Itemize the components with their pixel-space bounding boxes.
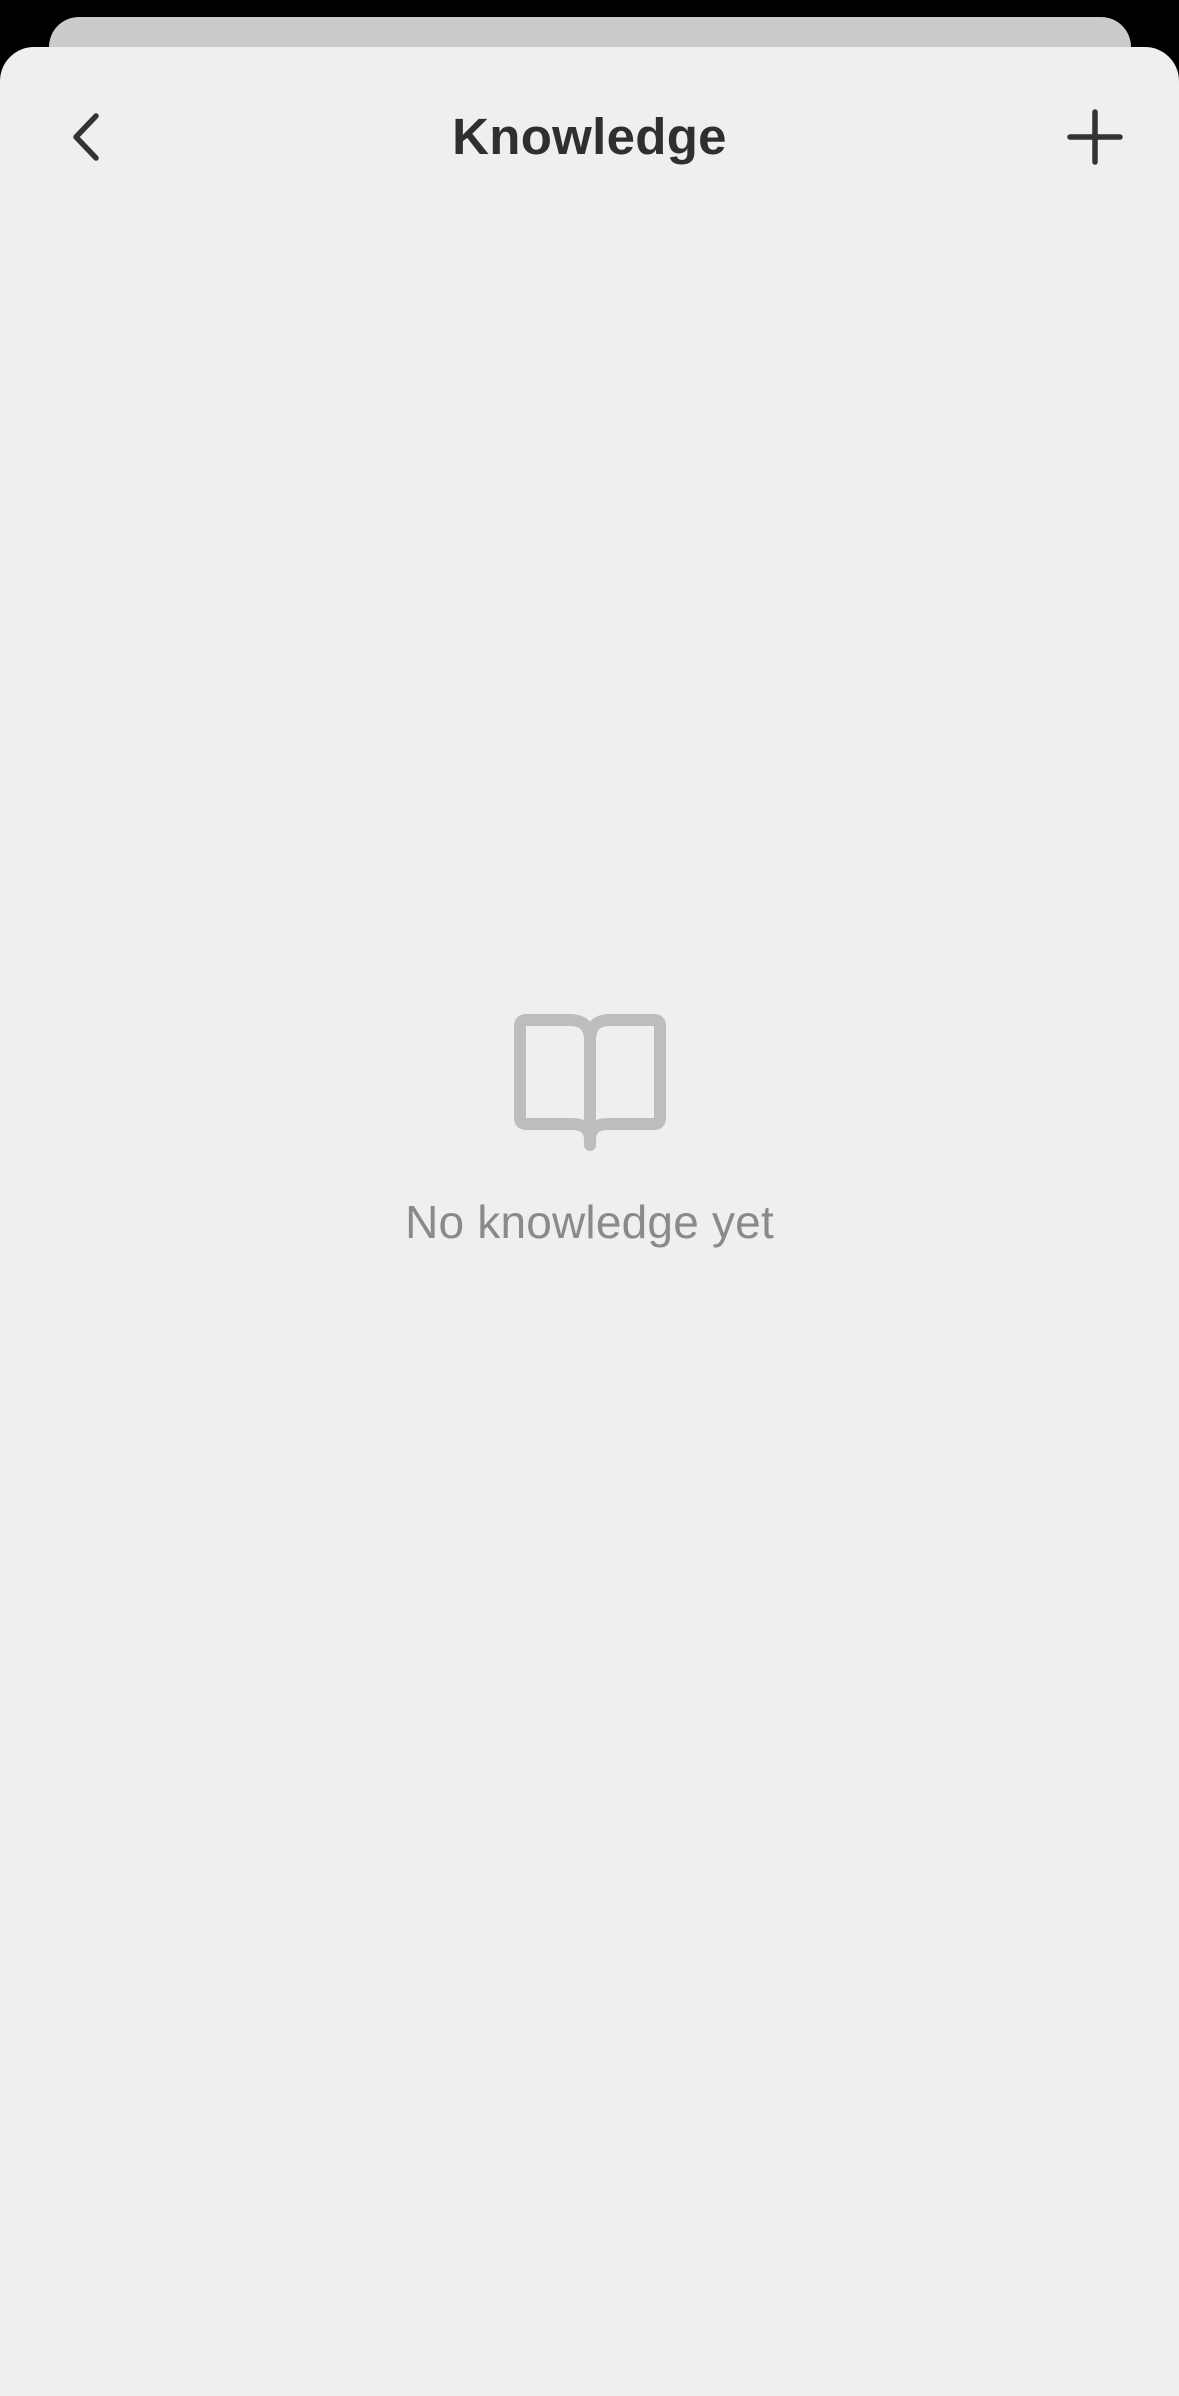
add-knowledge-button[interactable] xyxy=(1050,87,1140,187)
plus-icon xyxy=(1067,109,1123,165)
open-book-icon xyxy=(513,1014,666,1151)
empty-state: No knowledge yet xyxy=(0,1012,1179,1252)
navigation-bar: Knowledge xyxy=(0,47,1179,217)
knowledge-sheet: Knowledge No knowledge yet xyxy=(0,47,1179,2396)
empty-state-message: No knowledge yet xyxy=(405,1196,774,1248)
page-title: Knowledge xyxy=(452,108,727,165)
